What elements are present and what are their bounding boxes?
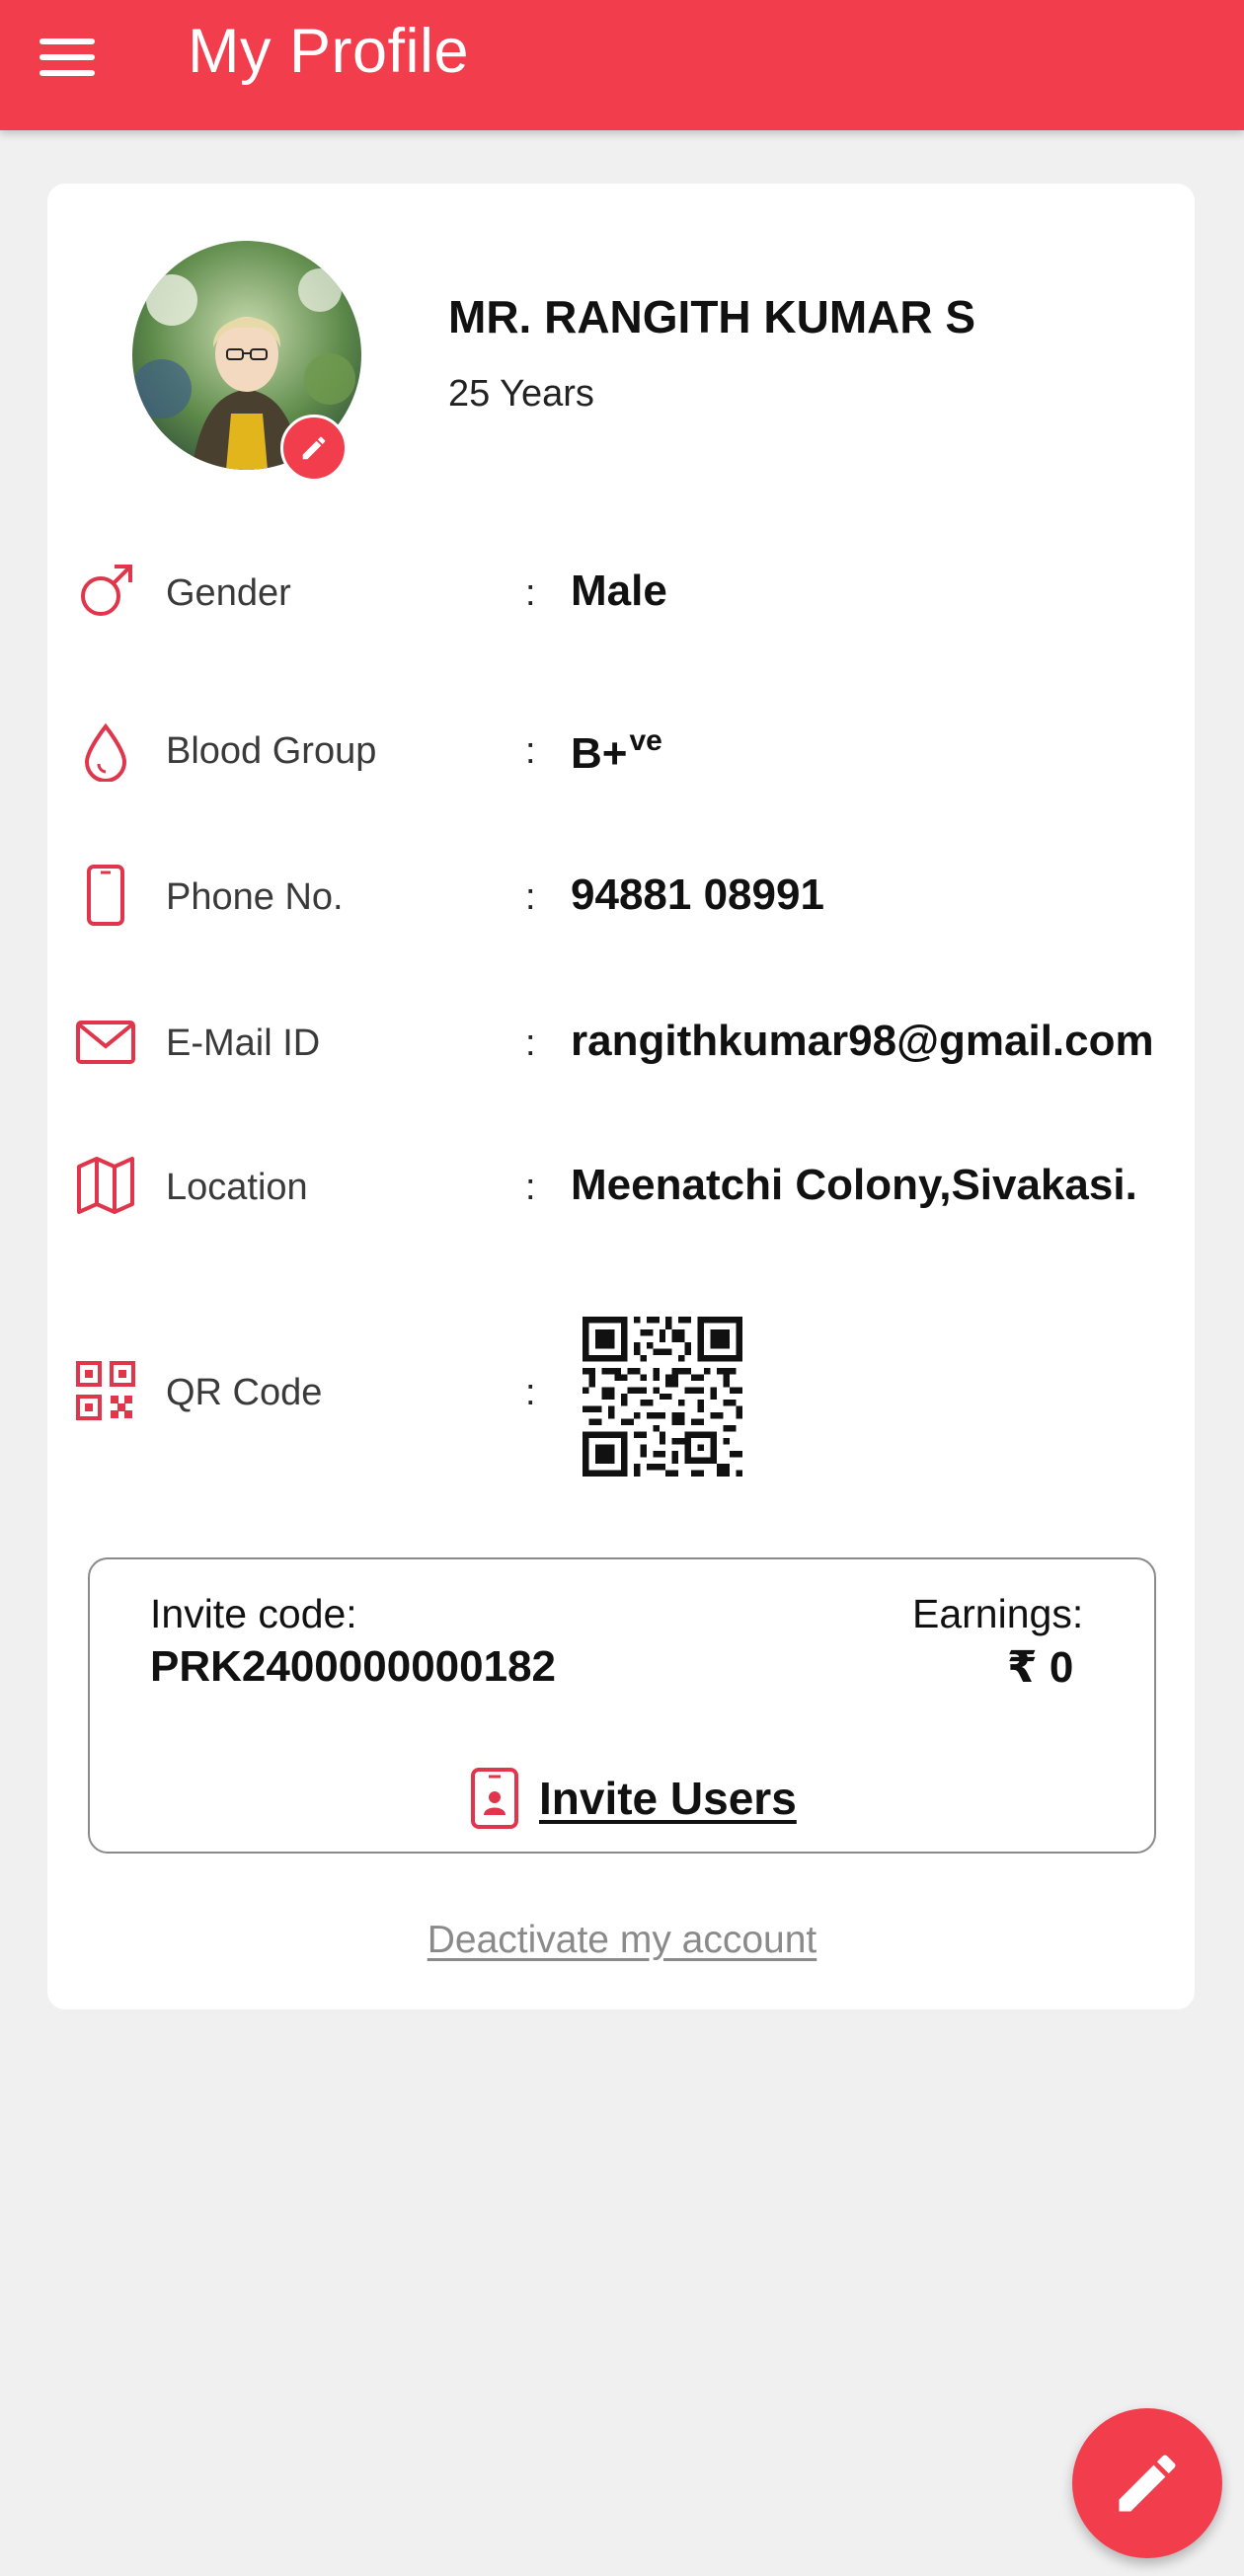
blood-group-label: Blood Group	[166, 730, 377, 772]
deactivate-account-link[interactable]: Deactivate my account	[0, 1919, 1244, 1962]
qr-code-image[interactable]	[583, 1317, 742, 1477]
invite-code-value: PRK2400000000182	[150, 1642, 557, 1691]
gender-value: Male	[571, 567, 667, 615]
edit-avatar-button[interactable]	[280, 415, 348, 482]
qr-code-icon	[75, 1360, 136, 1421]
detail-row-phone: Phone No. : 94881 08991	[0, 859, 1244, 938]
blood-group-value: B+ve	[571, 724, 662, 779]
map-icon	[75, 1155, 136, 1216]
profile-name: MR. RANGITH KUMAR S	[448, 291, 976, 342]
envelope-icon	[75, 1011, 136, 1072]
detail-row-email: E-Mail ID : rangithkumar98@gmail.com	[0, 1005, 1244, 1084]
email-value: rangithkumar98@gmail.com	[571, 1017, 1154, 1065]
phone-contact-icon	[471, 1768, 518, 1829]
profile-age: 25 Years	[448, 373, 594, 415]
hamburger-menu-icon[interactable]	[39, 36, 95, 79]
detail-row-gender: Gender : Male	[0, 555, 1244, 634]
app-bar: My Profile	[0, 0, 1244, 130]
gender-label: Gender	[166, 572, 291, 614]
separator: :	[525, 572, 536, 614]
earnings-label: Earnings:	[912, 1591, 1084, 1636]
pencil-icon	[1119, 2455, 1176, 2512]
blood-group-sup: ve	[629, 724, 662, 757]
invite-users-label: Invite Users	[539, 1773, 797, 1824]
invite-users-button[interactable]: Invite Users	[470, 1767, 797, 1830]
earnings-value: ₹ 0	[1007, 1643, 1074, 1692]
qr-code-label: QR Code	[166, 1372, 323, 1413]
detail-row-location: Location : Meenatchi Colony,Sivakasi.	[0, 1149, 1244, 1228]
separator: :	[525, 1167, 536, 1208]
avatar-container	[132, 241, 361, 482]
location-label: Location	[166, 1167, 308, 1208]
separator: :	[525, 876, 536, 918]
pencil-icon	[302, 436, 326, 460]
page-title: My Profile	[188, 17, 470, 86]
invite-code-label: Invite code:	[150, 1591, 357, 1636]
edit-profile-button[interactable]	[1072, 2408, 1222, 2558]
separator: :	[525, 1023, 536, 1064]
male-symbol-icon	[75, 561, 136, 622]
blood-group-main: B+	[571, 729, 628, 778]
detail-row-blood-group: Blood Group : B+ve	[0, 713, 1244, 792]
phone-value: 94881 08991	[571, 871, 824, 919]
mobile-phone-icon	[75, 865, 136, 926]
email-label: E-Mail ID	[166, 1023, 321, 1064]
separator: :	[525, 1372, 536, 1413]
phone-label: Phone No.	[166, 876, 344, 918]
blood-drop-icon	[75, 720, 136, 782]
location-value: Meenatchi Colony,Sivakasi.	[571, 1161, 1137, 1209]
separator: :	[525, 730, 536, 772]
